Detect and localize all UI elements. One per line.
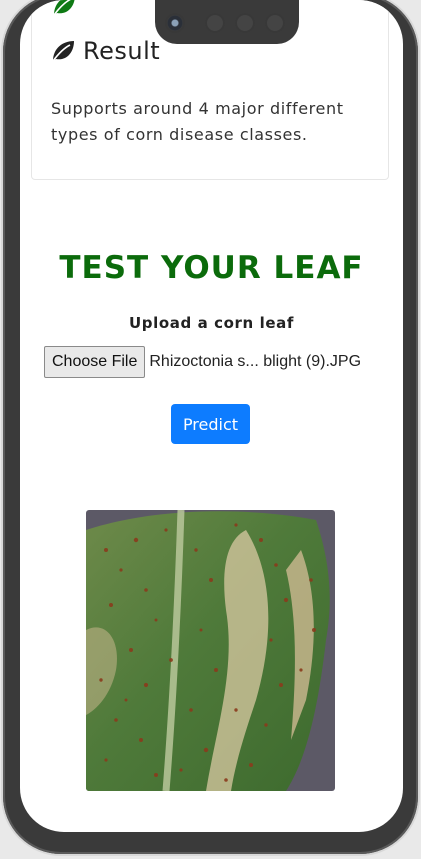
front-camera-icon (165, 13, 185, 33)
file-input[interactable]: Choose File Rhizoctonia s... blight (9).… (44, 346, 361, 378)
test-leaf-heading: TEST YOUR LEAF (59, 250, 364, 286)
phone-frame: Result Supports around 4 major different… (3, 0, 418, 854)
leaf-icon (52, 41, 74, 62)
upload-label: Upload a corn leaf (128, 314, 295, 332)
selected-file-name: Rhizoctonia s... blight (9).JPG (149, 353, 362, 370)
sensor-dot (265, 13, 285, 33)
phone-screen: Result Supports around 4 major different… (20, 0, 403, 832)
phone-mockup: Result Supports around 4 major different… (0, 0, 421, 859)
sensor-dot (205, 13, 225, 33)
result-title-row: Result (51, 37, 160, 65)
choose-file-button[interactable]: Choose File (44, 346, 146, 378)
phone-notch (155, 0, 299, 44)
leaf-icon (53, 0, 75, 16)
result-title: Result (83, 37, 161, 65)
sensor-dot (235, 13, 255, 33)
uploaded-leaf-image (86, 510, 335, 791)
predict-button[interactable]: Predict (171, 404, 250, 444)
corn-leaf-photo (86, 510, 335, 791)
result-description: Supports around 4 major different types … (51, 99, 344, 144)
